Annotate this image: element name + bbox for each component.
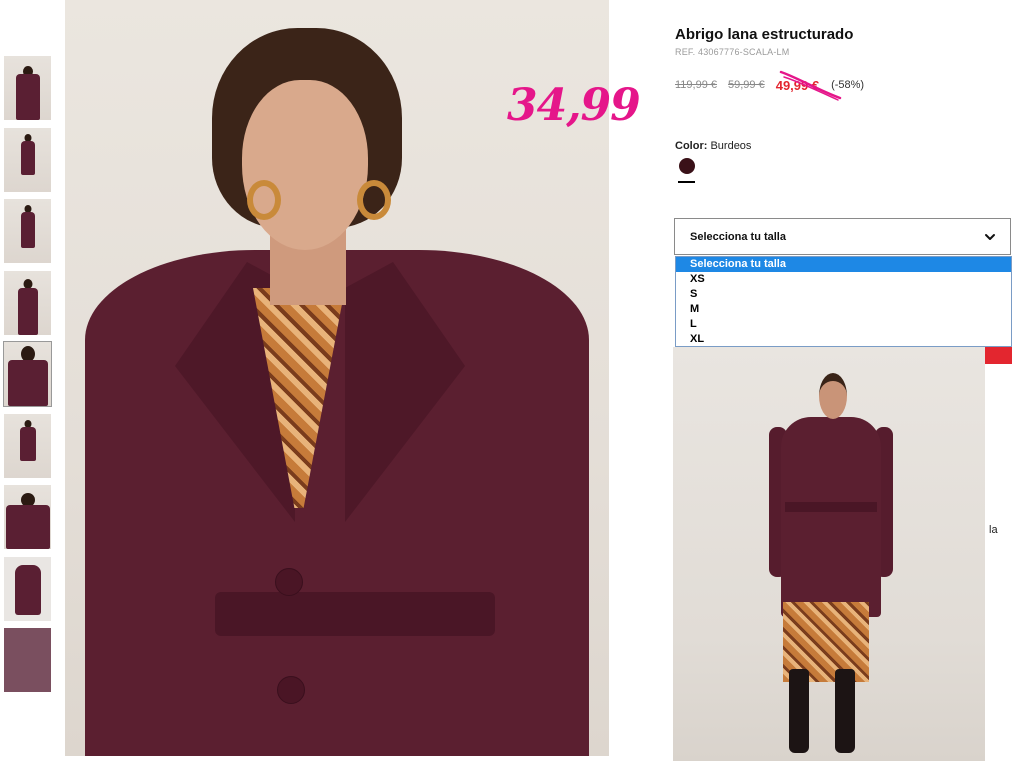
main-image-coat-button (275, 568, 303, 596)
main-image-belt (215, 592, 495, 636)
size-option-l[interactable]: L (676, 317, 1011, 332)
secondary-image-belt (785, 502, 877, 512)
product-title: Abrigo lana estructurado (675, 26, 854, 43)
secondary-image-coat (781, 417, 881, 617)
side-text-fragment: la (989, 524, 998, 536)
main-image-face (242, 80, 368, 250)
thumbnail-4[interactable] (4, 270, 51, 335)
product-ref: REF. 43067776-SCALA-LM (675, 47, 790, 57)
thumbnail-8[interactable] (4, 556, 51, 621)
color-label-key: Color: (675, 140, 708, 152)
main-image-earring-right (357, 180, 391, 220)
thumbnail-5[interactable] (3, 341, 52, 407)
color-label: Color: Burdeos (675, 140, 751, 152)
thumbnail-figure-coat (15, 74, 40, 120)
size-option-xl[interactable]: XL (676, 332, 1011, 347)
thumbnail-figure-coat (7, 360, 48, 406)
thumbnail-figure-coat (20, 212, 35, 248)
thumbnail-6[interactable] (4, 413, 51, 478)
thumbnail-gallery (3, 56, 52, 700)
size-option-m[interactable]: M (676, 302, 1011, 317)
thumbnail-figure-coat (14, 564, 41, 615)
price-row: 119,99 € 59,99 € 49,99 € (-58%) (675, 77, 864, 93)
add-to-cart-button-edge[interactable] (985, 347, 1012, 364)
color-label-value: Burdeos (710, 140, 752, 152)
chevron-down-icon (985, 233, 995, 240)
thumbnail-figure-coat (17, 287, 38, 335)
secondary-product-image (673, 347, 985, 761)
thumbnail-figure-coat (5, 505, 50, 549)
thumbnail-3[interactable] (4, 199, 51, 263)
thumbnail-1[interactable] (4, 56, 51, 120)
size-option-s[interactable]: S (676, 287, 1011, 302)
discount-badge: (-58%) (831, 79, 865, 91)
color-swatch-selected-indicator (678, 181, 695, 183)
secondary-image-boot-right (835, 669, 855, 753)
size-option-placeholder[interactable]: Selecciona tu talla (676, 257, 1011, 272)
thumbnail-figure-coat (19, 426, 36, 461)
thumbnail-figure-coat (20, 140, 35, 175)
original-price: 119,99 € (675, 79, 718, 91)
size-dropdown-list: Selecciona tu talla XS S M L XL (675, 256, 1012, 347)
secondary-image-head (819, 373, 847, 419)
secondary-image-boot-left (789, 669, 809, 753)
thumbnail-7[interactable] (4, 485, 51, 549)
annotation-price: 34,99 (507, 80, 641, 131)
current-price: 49,99 € (775, 77, 820, 93)
size-select-label: Selecciona tu talla (690, 230, 786, 243)
thumbnail-9[interactable] (4, 628, 51, 692)
color-swatch-burdeos[interactable] (679, 158, 695, 174)
main-image-coat-button (277, 676, 305, 704)
thumbnail-2[interactable] (4, 127, 51, 192)
previous-price: 59,99 € (728, 79, 765, 91)
size-option-xs[interactable]: XS (676, 272, 1011, 287)
main-image-earring-left (247, 180, 281, 220)
size-select[interactable]: Selecciona tu talla (674, 218, 1011, 255)
